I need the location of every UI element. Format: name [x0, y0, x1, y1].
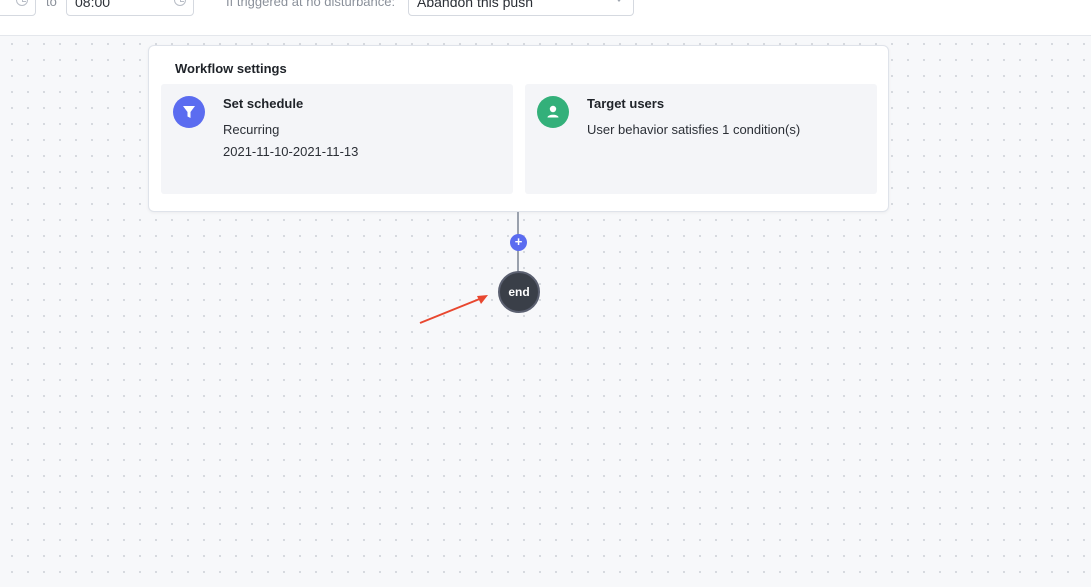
filter-icon — [173, 96, 205, 128]
start-time-input[interactable] — [0, 0, 36, 16]
no-disturbance-select[interactable]: Abandon this push — [408, 0, 634, 16]
no-disturbance-label: If triggered at no disturbance: — [226, 0, 396, 9]
add-step-button[interactable]: + — [510, 234, 527, 251]
set-schedule-title: Set schedule — [223, 96, 304, 111]
target-users-title: Target users — [587, 96, 665, 111]
set-schedule-panel[interactable]: Set schedule Recurring 2021-11-10-2021-1… — [161, 84, 513, 194]
workflow-settings-card: Workflow settings Set schedule Recurring… — [148, 45, 889, 212]
user-icon — [537, 96, 569, 128]
schedule-date-range: 2021-11-10-2021-11-13 — [223, 144, 359, 159]
top-toolbar: to 08:00 If triggered at no disturbance:… — [0, 0, 1091, 36]
workflow-settings-title: Workflow settings — [175, 61, 287, 76]
annotation-arrow-icon — [419, 295, 488, 324]
end-time-value: 08:00 — [75, 0, 111, 10]
no-disturbance-selected-value: Abandon this push — [417, 0, 533, 10]
target-users-panel[interactable]: Target users User behavior satisfies 1 c… — [525, 84, 877, 194]
chevron-down-icon — [615, 0, 623, 2]
clock-icon — [16, 0, 28, 6]
target-users-condition: User behavior satisfies 1 condition(s) — [587, 122, 801, 137]
end-time-input[interactable]: 08:00 — [66, 0, 194, 16]
schedule-type: Recurring — [223, 122, 280, 137]
end-node[interactable]: end — [498, 271, 540, 313]
to-label: to — [46, 0, 57, 9]
clock-icon — [174, 0, 186, 6]
